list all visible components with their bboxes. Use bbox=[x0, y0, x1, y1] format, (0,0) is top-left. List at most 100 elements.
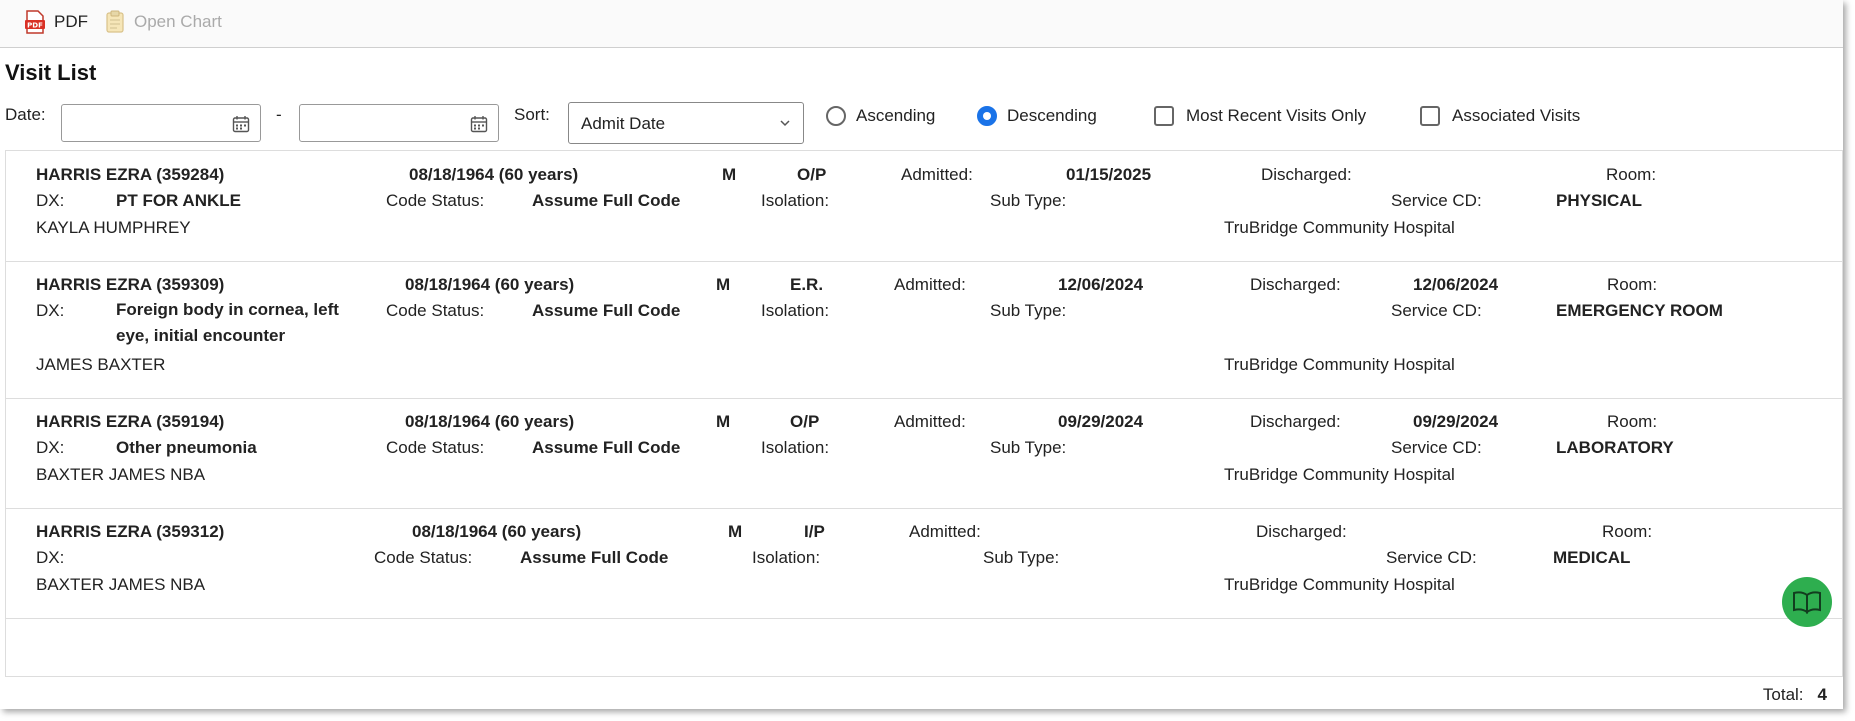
sub-type-label: Sub Type: bbox=[990, 301, 1067, 320]
service-cd-value: MEDICAL bbox=[1553, 548, 1631, 567]
isolation-label: Isolation: bbox=[752, 548, 821, 567]
patient-dob: 08/18/1964 (60 years) bbox=[405, 275, 575, 294]
service-cd-value: EMERGENCY ROOM bbox=[1556, 301, 1723, 320]
room-label: Room: bbox=[1602, 522, 1653, 541]
ascending-label: Ascending bbox=[856, 106, 936, 125]
date-separator: - bbox=[276, 105, 282, 124]
pdf-label: PDF bbox=[54, 12, 88, 31]
most-recent-visits-checkbox[interactable]: Most Recent Visits Only bbox=[1154, 106, 1366, 126]
sort-select-value: Admit Date bbox=[581, 114, 666, 133]
discharged-label: Discharged: bbox=[1250, 275, 1341, 294]
date-label: Date: bbox=[5, 105, 46, 124]
toolbar: PDF PDF Open Chart bbox=[0, 0, 1843, 48]
isolation-label: Isolation: bbox=[761, 438, 830, 457]
total-value: 4 bbox=[1817, 685, 1827, 704]
clipboard-icon bbox=[106, 10, 124, 33]
calendar-icon[interactable] bbox=[470, 115, 488, 133]
visit-type: O/P bbox=[790, 412, 820, 431]
code-status-value: Assume Full Code bbox=[532, 301, 681, 320]
room-label: Room: bbox=[1607, 275, 1658, 294]
provider-name: BAXTER JAMES NBA bbox=[36, 465, 206, 484]
patient-sex: M bbox=[716, 275, 731, 294]
descending-label: Descending bbox=[1007, 106, 1097, 125]
open-chart-label: Open Chart bbox=[134, 12, 222, 31]
visit-row[interactable]: HARRIS EZRA (359312) 08/18/1964 (60 year… bbox=[6, 508, 1842, 619]
most-recent-checkbox-box[interactable] bbox=[1154, 106, 1174, 126]
dx-label: DX: bbox=[36, 548, 65, 567]
patient-name: HARRIS EZRA (359194) bbox=[36, 412, 225, 431]
most-recent-label: Most Recent Visits Only bbox=[1186, 106, 1367, 125]
visit-list: HARRIS EZRA (359284) 08/18/1964 (60 year… bbox=[5, 150, 1843, 677]
room-label: Room: bbox=[1606, 165, 1657, 184]
room-label: Room: bbox=[1607, 412, 1658, 431]
facility-name: TruBridge Community Hospital bbox=[1224, 465, 1455, 484]
code-status-label: Code Status: bbox=[374, 548, 473, 567]
isolation-label: Isolation: bbox=[761, 301, 830, 320]
patient-sex: M bbox=[716, 412, 731, 431]
pdf-button[interactable]: PDF PDF bbox=[24, 8, 88, 36]
patient-dob: 08/18/1964 (60 years) bbox=[409, 165, 579, 184]
pdf-icon: PDF bbox=[25, 10, 45, 34]
code-status-label: Code Status: bbox=[386, 438, 485, 457]
admitted-label: Admitted: bbox=[894, 412, 966, 431]
dx-value: PT FOR ANKLE bbox=[116, 191, 241, 210]
facility-name: TruBridge Community Hospital bbox=[1224, 355, 1455, 374]
visit-list-window: PDF PDF Open Chart Visit List Date: - So… bbox=[0, 0, 1843, 709]
dx-label: DX: bbox=[36, 191, 65, 210]
code-status-value: Assume Full Code bbox=[532, 191, 681, 210]
service-cd-label: Service CD: bbox=[1391, 191, 1482, 210]
discharged-date: 09/29/2024 bbox=[1413, 412, 1499, 431]
total-label: Total: bbox=[1762, 685, 1804, 704]
dx-label: DX: bbox=[36, 301, 65, 320]
admitted-date: 12/06/2024 bbox=[1058, 275, 1144, 294]
admitted-date: 01/15/2025 bbox=[1066, 165, 1152, 184]
admitted-label: Admitted: bbox=[909, 522, 981, 541]
date-from-input[interactable] bbox=[61, 104, 261, 142]
service-cd-value: PHYSICAL bbox=[1556, 191, 1642, 210]
visit-row[interactable]: HARRIS EZRA (359284) 08/18/1964 (60 year… bbox=[6, 151, 1842, 262]
book-icon bbox=[1793, 591, 1821, 614]
patient-name: HARRIS EZRA (359312) bbox=[36, 522, 225, 541]
date-to-input[interactable] bbox=[299, 104, 499, 142]
sub-type-label: Sub Type: bbox=[990, 438, 1067, 457]
sub-type-label: Sub Type: bbox=[983, 548, 1060, 567]
patient-name: HARRIS EZRA (359284) bbox=[36, 165, 225, 184]
calendar-icon[interactable] bbox=[232, 115, 250, 133]
discharged-label: Discharged: bbox=[1250, 412, 1341, 431]
code-status-label: Code Status: bbox=[386, 191, 485, 210]
service-cd-label: Service CD: bbox=[1391, 301, 1482, 320]
associated-checkbox-box[interactable] bbox=[1420, 106, 1440, 126]
code-status-value: Assume Full Code bbox=[532, 438, 681, 457]
code-status-value: Assume Full Code bbox=[520, 548, 669, 567]
sort-label: Sort: bbox=[514, 105, 550, 124]
facility-name: TruBridge Community Hospital bbox=[1224, 575, 1455, 594]
open-chart-button[interactable]: Open Chart bbox=[104, 8, 222, 36]
visit-row[interactable]: HARRIS EZRA (359194) 08/18/1964 (60 year… bbox=[6, 398, 1842, 509]
provider-name: JAMES BAXTER bbox=[36, 355, 166, 374]
ascending-radio[interactable]: Ascending bbox=[826, 106, 935, 126]
admitted-label: Admitted: bbox=[894, 275, 966, 294]
visit-row[interactable]: HARRIS EZRA (359309) 08/18/1964 (60 year… bbox=[6, 261, 1842, 399]
ascending-radio-circle[interactable] bbox=[826, 106, 846, 126]
filter-bar: Date: - Sort: Admit Date Ascending Desce… bbox=[0, 100, 1843, 146]
dx-value: Foreign body in cornea, left eye, initia… bbox=[116, 300, 339, 345]
provider-name: KAYLA HUMPHREY bbox=[36, 218, 191, 237]
patient-sex: M bbox=[722, 165, 737, 184]
help-book-button[interactable] bbox=[1782, 577, 1832, 627]
descending-radio[interactable]: Descending bbox=[977, 106, 1097, 126]
facility-name: TruBridge Community Hospital bbox=[1224, 218, 1455, 237]
visit-type: E.R. bbox=[790, 275, 824, 294]
discharged-label: Discharged: bbox=[1256, 522, 1347, 541]
visit-type: O/P bbox=[797, 165, 827, 184]
chevron-down-icon bbox=[780, 120, 790, 127]
descending-radio-circle[interactable] bbox=[977, 106, 997, 126]
dx-value: Other pneumonia bbox=[116, 438, 257, 457]
discharged-date: 12/06/2024 bbox=[1413, 275, 1499, 294]
sort-select[interactable]: Admit Date bbox=[568, 102, 804, 144]
admitted-date: 09/29/2024 bbox=[1058, 412, 1144, 431]
service-cd-label: Service CD: bbox=[1386, 548, 1477, 567]
associated-visits-checkbox[interactable]: Associated Visits bbox=[1420, 106, 1580, 126]
patient-sex: M bbox=[728, 522, 743, 541]
associated-label: Associated Visits bbox=[1452, 106, 1581, 125]
sub-type-label: Sub Type: bbox=[990, 191, 1067, 210]
